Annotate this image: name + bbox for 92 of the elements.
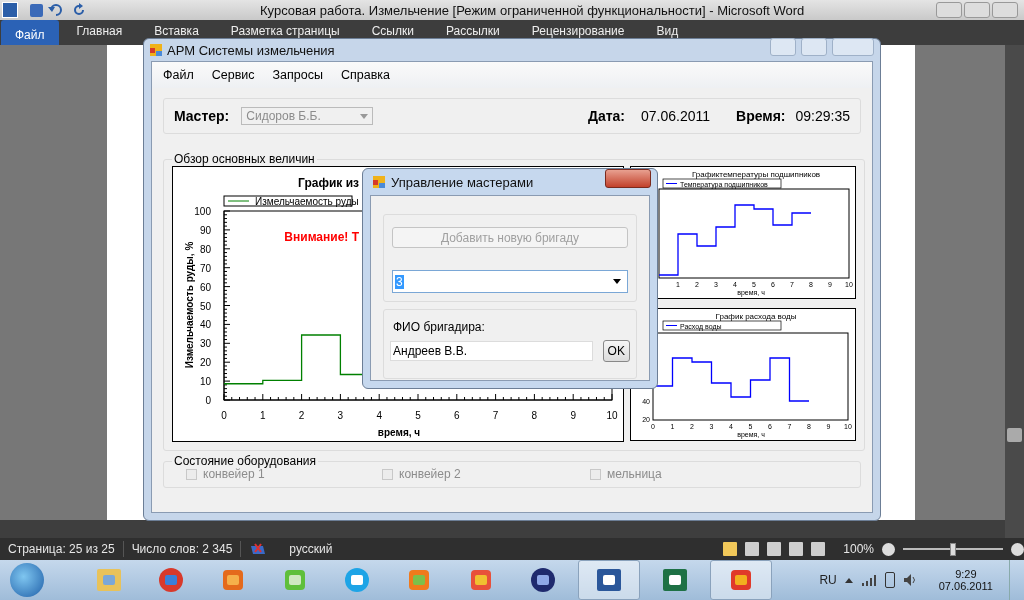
- minimize-icon[interactable]: [936, 2, 962, 18]
- x-tick-label: 1: [260, 410, 266, 421]
- spellcheck-icon[interactable]: [249, 542, 268, 556]
- close-icon[interactable]: [992, 2, 1018, 18]
- y-axis-label: Измельчаемость руды, %: [184, 241, 195, 369]
- y-tick-label: 70: [199, 262, 211, 274]
- word-count[interactable]: Число слов: 2 345: [131, 542, 233, 556]
- date-value: 07.06.2011: [641, 108, 711, 124]
- outline-view-icon[interactable]: [789, 542, 804, 556]
- chart-title: Графиктемпературы подшипников: [691, 170, 821, 179]
- caret-icon: [360, 113, 369, 119]
- menu-item[interactable]: Сервис: [206, 68, 260, 82]
- zoom-slider-thumb[interactable]: [950, 542, 956, 556]
- y-tick-label: 10: [199, 376, 211, 388]
- foreman-name-field[interactable]: Андреев В.В.: [390, 341, 593, 361]
- ok-button[interactable]: OK: [602, 340, 630, 362]
- x-tick-label: 6: [454, 410, 460, 421]
- window-title: АРМ Системы измельчения: [167, 42, 335, 58]
- battery-icon[interactable]: [884, 572, 895, 588]
- keyboard-language[interactable]: RU: [819, 573, 837, 587]
- signal-icon[interactable]: [860, 573, 877, 587]
- chart-legend: Измельчаемость руды: [223, 195, 359, 207]
- zoom-out-icon[interactable]: [882, 542, 895, 556]
- x-tick-label: 0: [221, 410, 227, 421]
- tray-arrow-icon[interactable]: [844, 577, 853, 583]
- x-tick-label: 8: [531, 410, 538, 421]
- ribbon-tab[interactable]: Вставка: [140, 20, 213, 38]
- scroll-thumb[interactable]: [1007, 428, 1022, 442]
- speaker-icon[interactable]: [902, 573, 917, 587]
- warning-text: Внимание! Т: [284, 230, 359, 244]
- checkbox-label: конвейер 2: [399, 467, 461, 481]
- y-tick-label: 20: [199, 357, 211, 369]
- menu-item[interactable]: Запросы: [267, 68, 328, 82]
- language-indicator[interactable]: русский: [289, 542, 333, 556]
- ribbon-tab[interactable]: Файл: [1, 20, 59, 45]
- x-tick-label: 9: [570, 410, 576, 421]
- time-value: 09:29:35: [795, 108, 850, 124]
- app-icon: [373, 176, 385, 188]
- vertical-scrollbar[interactable]: [1005, 45, 1024, 538]
- ribbon-tab[interactable]: Ссылки: [357, 20, 428, 38]
- close-icon[interactable]: [605, 168, 651, 188]
- page-count[interactable]: Страница: 25 из 25: [8, 542, 115, 556]
- ribbon-tab[interactable]: Рецензирование: [517, 20, 639, 38]
- menu-item[interactable]: Файл: [158, 68, 199, 82]
- x-tick-label: 5: [415, 410, 421, 421]
- checkbox-label: конвейер 1: [203, 467, 265, 481]
- zoom-in-icon[interactable]: [1011, 542, 1024, 556]
- ribbon-tab[interactable]: Главная: [62, 20, 137, 38]
- checkbox-label: мельница: [607, 467, 662, 481]
- zoom-level[interactable]: 100%: [843, 542, 874, 556]
- y-tick-label: 80: [199, 243, 211, 255]
- menu-item[interactable]: Справка: [335, 68, 395, 82]
- app-icon: [150, 44, 162, 56]
- clock-time[interactable]: 9:29: [955, 568, 977, 580]
- taskbar-app-icon[interactable]: [578, 560, 640, 600]
- x-tick-label: 3: [337, 410, 344, 421]
- draft-view-icon[interactable]: [811, 542, 826, 556]
- chart-title: График расхода воды: [715, 312, 797, 321]
- reading-view-icon[interactable]: [745, 542, 760, 556]
- horizontal-scrollbar[interactable]: [0, 520, 1005, 538]
- y-tick-label: 90: [199, 224, 211, 236]
- x-tick-label: 7: [492, 410, 499, 421]
- window-title: Курсовая работа. Измельчение [Режим ограниченной функциональности] - Microsoft Word: [260, 3, 805, 18]
- ribbon-tab[interactable]: Рассылки: [431, 20, 514, 38]
- start-button[interactable]: [10, 563, 44, 597]
- group-title: Состояние оборудования: [173, 455, 317, 467]
- y-tick-label: 40: [199, 319, 211, 331]
- x-tick-label: 4: [376, 410, 382, 421]
- date-label: Дата:: [587, 108, 625, 124]
- redo-icon[interactable]: [73, 3, 87, 17]
- master-label: Мастер:: [174, 108, 230, 124]
- y-tick-label: 0: [205, 395, 211, 406]
- legend-label: Измельчаемость руды: [255, 196, 359, 207]
- y-tick-label: 60: [199, 281, 211, 293]
- clock-date[interactable]: 07.06.2011: [938, 580, 993, 592]
- time-label: Время:: [736, 108, 786, 124]
- foreman-label: ФИО бригадира:: [392, 320, 486, 334]
- print-layout-icon[interactable]: [723, 542, 738, 556]
- group-title: Обзор основных величин: [173, 152, 316, 166]
- dialog-title: Управление мастерами: [391, 174, 534, 190]
- x-tick-label: 10: [606, 410, 618, 421]
- chart-title: График из: [298, 176, 359, 190]
- y-tick-label: 100: [194, 206, 211, 217]
- ribbon-tab[interactable]: Вид: [642, 20, 693, 38]
- x-tick-label: 2: [298, 410, 305, 421]
- restore-icon[interactable]: [964, 2, 990, 18]
- y-tick-label: 30: [199, 338, 211, 350]
- x-axis-label: время, ч: [377, 427, 421, 438]
- caret-icon: [613, 279, 621, 284]
- y-tick-label: 50: [199, 300, 211, 312]
- ribbon-tab[interactable]: Разметка страницы: [216, 20, 354, 38]
- web-view-icon[interactable]: [767, 542, 782, 556]
